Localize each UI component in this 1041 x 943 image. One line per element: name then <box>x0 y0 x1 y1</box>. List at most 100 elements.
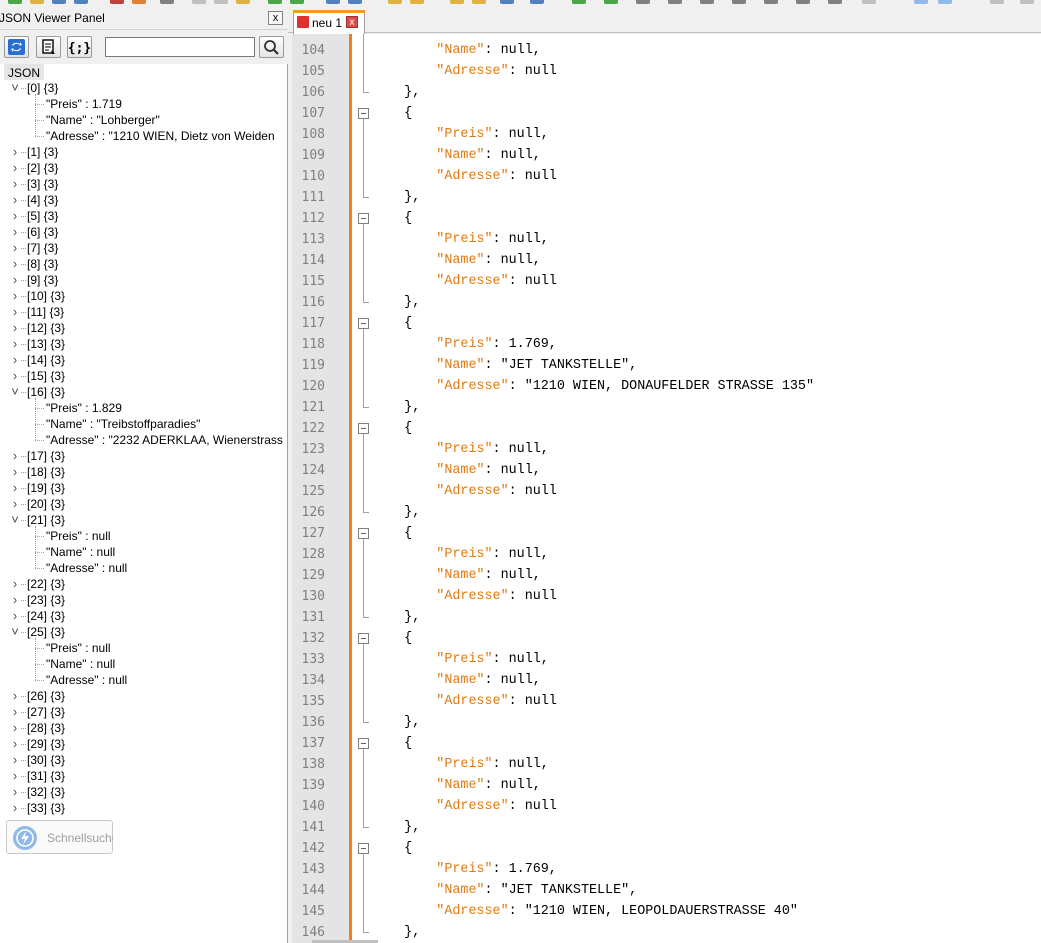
tree-node[interactable]: › [9] {3} <box>0 272 286 288</box>
code-line[interactable]: "Adresse": null <box>372 61 557 82</box>
open-file-icon[interactable] <box>30 0 44 4</box>
chevron-right-icon[interactable]: › <box>9 768 21 784</box>
chevron-right-icon[interactable]: › <box>9 480 21 496</box>
chevron-right-icon[interactable]: › <box>9 320 21 336</box>
quick-search-button[interactable]: Schnellsuche <box>6 820 113 854</box>
fold-toggle-icon[interactable] <box>358 318 369 329</box>
indent-guide-icon[interactable] <box>530 0 544 4</box>
chevron-right-icon[interactable]: › <box>9 368 21 384</box>
lang-icon[interactable] <box>572 0 586 4</box>
tree-node[interactable]: › [33] {3} <box>0 800 286 816</box>
tree-node[interactable]: › [20] {3} <box>0 496 286 512</box>
code-line[interactable]: { <box>372 838 412 859</box>
tab-neu-1[interactable]: neu 1 x <box>293 10 365 34</box>
code-line[interactable]: { <box>372 523 412 544</box>
chevron-right-icon[interactable]: › <box>9 800 21 816</box>
print-icon[interactable] <box>160 0 174 4</box>
format-json-button[interactable]: {;} <box>67 36 92 58</box>
code-line[interactable]: "Preis": null, <box>372 649 549 670</box>
code-line[interactable]: "Adresse": null <box>372 796 557 817</box>
chevron-right-icon[interactable]: › <box>9 256 21 272</box>
tree-leaf[interactable]: "Preis" : null <box>0 528 286 544</box>
chevron-right-icon[interactable]: › <box>9 752 21 768</box>
save-all-icon[interactable] <box>74 0 88 4</box>
zoom-out-icon[interactable] <box>410 0 424 4</box>
code-line[interactable]: "Preis": null, <box>372 439 549 460</box>
code-line[interactable]: "Adresse": "1210 WIEN, LEOPOLDAUERSTRASS… <box>372 901 798 922</box>
close-file-icon[interactable] <box>110 0 124 4</box>
tree-leaf[interactable]: "Preis" : 1.719 <box>0 96 286 112</box>
find-icon[interactable] <box>326 0 340 4</box>
search-input[interactable] <box>105 37 255 57</box>
tree-leaf[interactable]: "Name" : "Treibstoffparadies" <box>0 416 286 432</box>
chevron-right-icon[interactable]: › <box>9 448 21 464</box>
monitoring-icon[interactable] <box>700 0 714 4</box>
fold-toggle-icon[interactable] <box>358 528 369 539</box>
code-line[interactable]: "Adresse": null <box>372 481 557 502</box>
new-file-icon[interactable] <box>8 0 22 4</box>
tree-node[interactable]: › [13] {3} <box>0 336 286 352</box>
tree-node[interactable]: › [31] {3} <box>0 768 286 784</box>
redo-icon[interactable] <box>290 0 304 4</box>
tree-leaf[interactable]: "Name" : "Lohberger" <box>0 112 286 128</box>
run-macro-icon[interactable] <box>828 0 842 4</box>
chevron-down-icon[interactable]: ˅ <box>9 624 21 640</box>
play-macro-icon[interactable] <box>796 0 810 4</box>
tree-node[interactable]: › [23] {3} <box>0 592 286 608</box>
code-line[interactable]: "Preis": 1.769, <box>372 859 557 880</box>
chevron-right-icon[interactable]: › <box>9 272 21 288</box>
code-line[interactable]: "Adresse": null <box>372 166 557 187</box>
code-line[interactable]: }, <box>372 712 420 733</box>
tree-node[interactable]: › [7] {3} <box>0 240 286 256</box>
fold-toggle-icon[interactable] <box>358 423 369 434</box>
json-viewer-icon[interactable] <box>914 0 928 4</box>
fold-toggle-icon[interactable] <box>358 633 369 644</box>
tree-node[interactable]: › [22] {3} <box>0 576 286 592</box>
code-line[interactable]: { <box>372 313 412 334</box>
chevron-right-icon[interactable]: › <box>9 192 21 208</box>
tree-node[interactable]: › [28] {3} <box>0 720 286 736</box>
tree-root-node[interactable]: JSON <box>4 64 45 80</box>
tree-leaf[interactable]: "Preis" : null <box>0 640 286 656</box>
chevron-right-icon[interactable]: › <box>9 496 21 512</box>
stop-macro-icon[interactable] <box>764 0 778 4</box>
code-line[interactable]: "Name": null, <box>372 775 540 796</box>
wrap-icon[interactable] <box>472 0 486 4</box>
tree-node[interactable]: ˅ [25] {3} <box>0 624 286 640</box>
chevron-right-icon[interactable]: › <box>9 720 21 736</box>
undo-icon[interactable] <box>268 0 282 4</box>
code-line[interactable]: }, <box>372 397 420 418</box>
chevron-right-icon[interactable]: › <box>9 704 21 720</box>
tree-node[interactable]: › [15] {3} <box>0 368 286 384</box>
code-line[interactable]: }, <box>372 82 420 103</box>
tree-node[interactable]: › [18] {3} <box>0 464 286 480</box>
code-line[interactable]: { <box>372 418 412 439</box>
tree-node[interactable]: › [10] {3} <box>0 288 286 304</box>
code-line[interactable]: }, <box>372 187 420 208</box>
tree-leaf[interactable]: "Preis" : 1.829 <box>0 400 286 416</box>
search-button[interactable] <box>259 36 284 58</box>
code-line[interactable]: "Name": null, <box>372 145 540 166</box>
save-macro-icon[interactable] <box>862 0 876 4</box>
chevron-right-icon[interactable]: › <box>9 688 21 704</box>
tree-node[interactable]: › [24] {3} <box>0 608 286 624</box>
chevron-right-icon[interactable]: › <box>9 736 21 752</box>
record-macro-icon[interactable] <box>732 0 746 4</box>
code-line[interactable]: }, <box>372 607 420 628</box>
chevron-right-icon[interactable]: › <box>9 240 21 256</box>
tree-node[interactable]: › [12] {3} <box>0 320 286 336</box>
tree-node[interactable]: › [5] {3} <box>0 208 286 224</box>
code-line[interactable]: { <box>372 628 412 649</box>
code-line[interactable]: "Name": null, <box>372 565 540 586</box>
chevron-right-icon[interactable]: › <box>9 288 21 304</box>
paste-icon[interactable] <box>236 0 250 4</box>
fold-toggle-icon[interactable] <box>358 108 369 119</box>
code-line[interactable]: "Preis": null, <box>372 124 549 145</box>
tree-node[interactable]: › [17] {3} <box>0 448 286 464</box>
chevron-down-icon[interactable]: ˅ <box>9 512 21 528</box>
doc-map-icon[interactable] <box>604 0 618 4</box>
tree-leaf[interactable]: "Adresse" : null <box>0 560 286 576</box>
code-line[interactable]: }, <box>372 922 420 943</box>
fold-toggle-icon[interactable] <box>358 738 369 749</box>
tree-node[interactable]: › [14] {3} <box>0 352 286 368</box>
